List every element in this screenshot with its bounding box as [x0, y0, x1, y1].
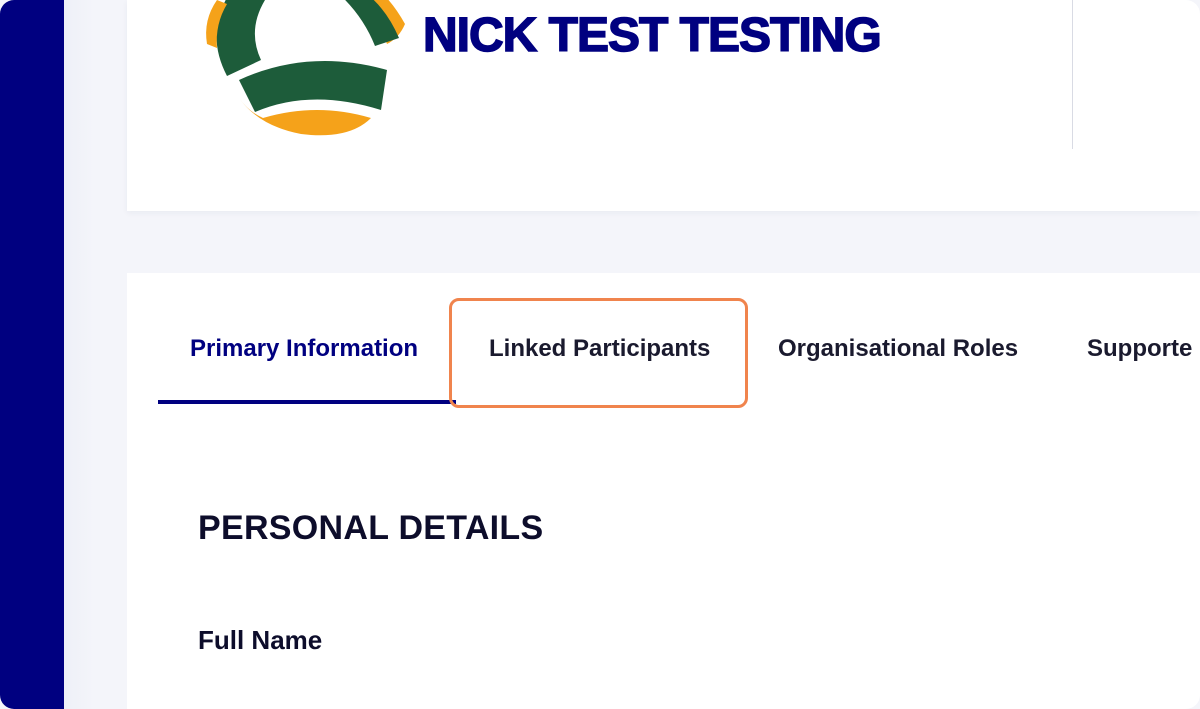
full-name-label: Full Name: [198, 625, 323, 655]
profile-header: NICK TEST TESTING: [127, 0, 1200, 211]
app-window: NICK TEST TESTING Primary Information Li…: [0, 0, 1200, 709]
active-tab-indicator: [158, 400, 456, 404]
organisation-name: NICK TEST TESTING: [422, 8, 882, 63]
header-divider: [1072, 0, 1073, 149]
tab-bar: Primary Information Linked Participants …: [127, 273, 1200, 408]
details-card: Primary Information Linked Participants …: [127, 273, 1200, 709]
tab-primary-information[interactable]: Primary Information: [190, 335, 418, 363]
football-federation-logo: [206, 0, 405, 136]
sidebar: [0, 0, 64, 709]
highlight-annotation: [449, 298, 748, 408]
sidebar-shadow: [64, 0, 94, 709]
tab-supporter[interactable]: Supporte: [1087, 335, 1192, 363]
section-title: PERSONAL DETAILS: [198, 509, 544, 547]
tab-organisational-roles[interactable]: Organisational Roles: [778, 335, 1018, 363]
